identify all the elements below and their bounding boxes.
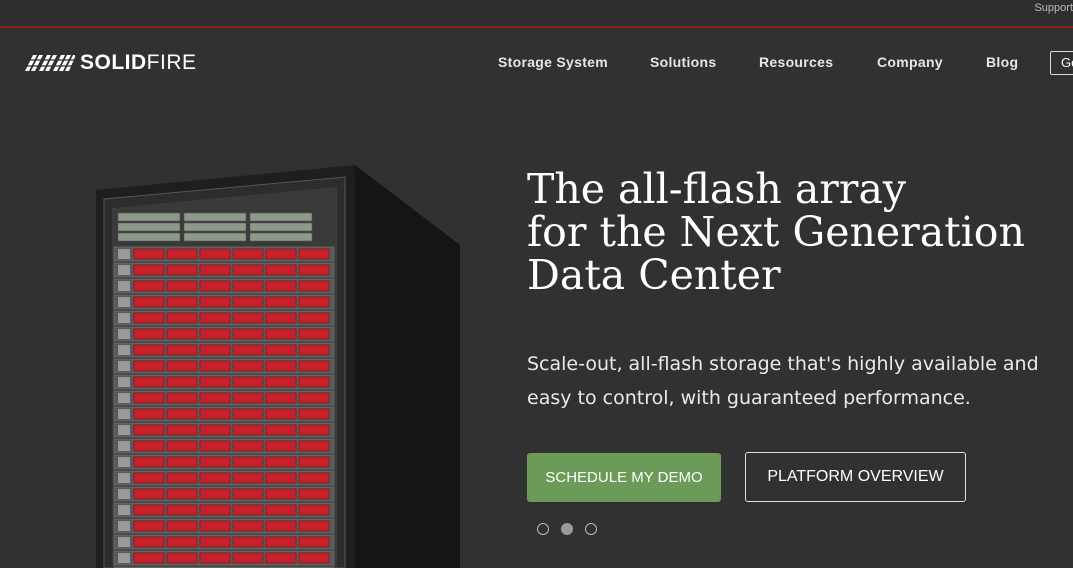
nav-storage-system[interactable]: Storage System [498,54,608,70]
site-header: SOLIDFIRE Storage System Solutions Resou… [0,28,1073,98]
headline-line-2: for the Next Generation [527,208,1025,256]
hero-headline: The all-flash array for the Next Generat… [527,168,1025,297]
platform-overview-button[interactable]: PLATFORM OVERVIEW [745,452,966,502]
solidfire-logo-icon [25,55,75,71]
brand-logo[interactable]: SOLIDFIRE [25,51,197,75]
top-utility-bar: Support [0,0,1073,26]
headline-line-3: Data Center [527,251,781,299]
nav-company[interactable]: Company [877,54,943,70]
nav-solutions[interactable]: Solutions [650,54,716,70]
headline-line-1: The all-flash array [527,165,907,213]
schedule-demo-button[interactable]: SCHEDULE MY DEMO [527,453,721,502]
nav-blog[interactable]: Blog [986,54,1018,70]
support-link[interactable]: Support [1034,2,1073,14]
brand-name: SOLIDFIRE [80,51,197,75]
carousel-dot-1[interactable] [537,523,549,535]
hero-subtext: Scale-out, all-flash storage that's high… [527,353,1039,409]
brand-name-bold: SOLID [80,51,147,74]
nav-resources[interactable]: Resources [759,54,833,70]
carousel-dots [537,523,609,535]
brand-name-thin: FIRE [146,51,197,74]
storage-rack-image [96,165,460,568]
nav-cta-button[interactable]: Ge [1050,51,1073,75]
carousel-dot-3[interactable] [585,523,597,535]
carousel-dot-2[interactable] [561,523,573,535]
